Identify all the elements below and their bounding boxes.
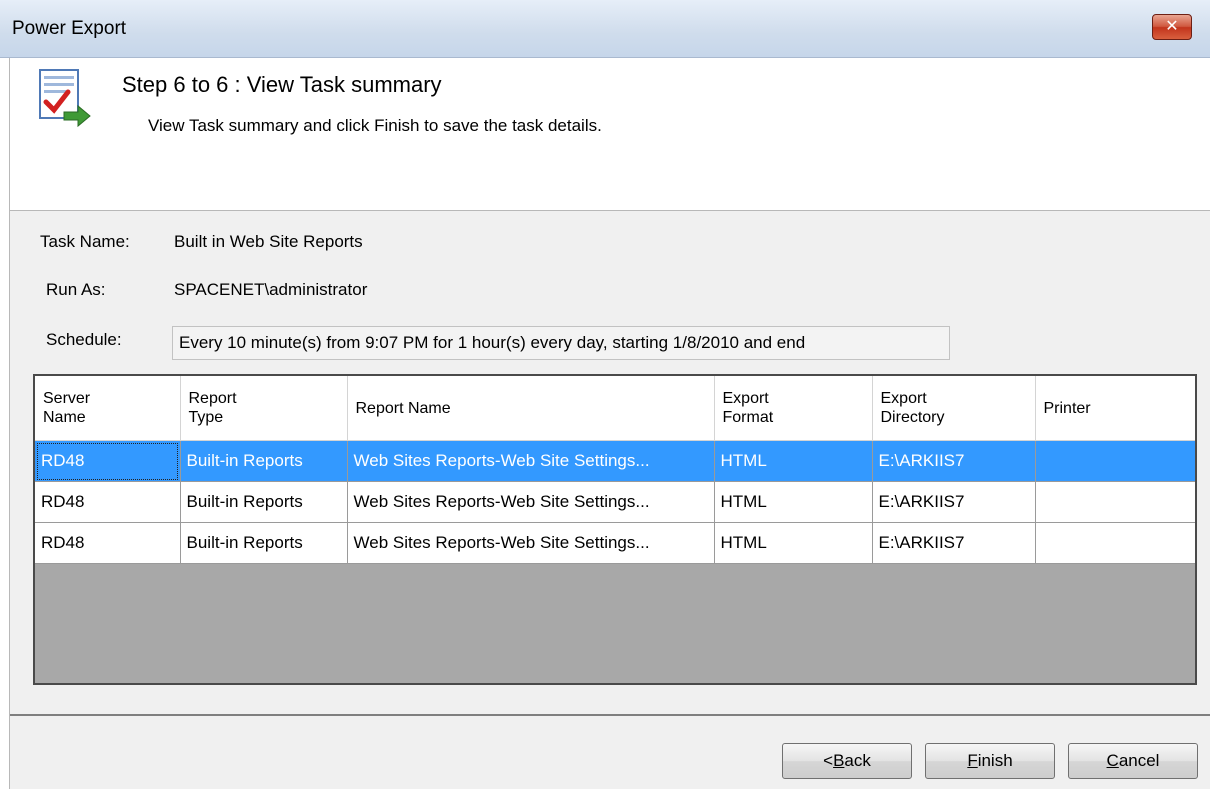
title-bar: Power Export ✕ <box>0 0 1210 58</box>
column-header-printer[interactable]: Printer <box>1035 376 1195 441</box>
close-icon: ✕ <box>1165 18 1179 35</box>
cell-export-directory: E:\ARKIIS7 <box>872 522 1036 564</box>
schedule-label: Schedule: <box>46 330 122 349</box>
finish-button-mnemonic: F <box>967 751 978 770</box>
cell-server-name: RD48 <box>35 481 181 523</box>
step-title: Step 6 to 6 : View Task summary <box>122 72 442 97</box>
cell-export-format: HTML <box>714 440 873 482</box>
finish-button-label: inish <box>977 751 1013 770</box>
column-header-export-directory[interactable]: Export Directory <box>872 376 1036 441</box>
cell-printer <box>1035 522 1195 564</box>
cell-server-name: RD48 <box>35 522 181 564</box>
cell-printer <box>1035 481 1195 523</box>
schedule-field[interactable]: Every 10 minute(s) from 9:07 PM for 1 ho… <box>172 326 950 360</box>
cell-report-name: Web Sites Reports-Web Site Settings... <box>347 440 715 482</box>
cancel-button-label: ancel <box>1118 751 1160 770</box>
column-header-server-name[interactable]: Server Name <box>35 376 181 441</box>
column-header-report-type[interactable]: Report Type <box>180 376 348 441</box>
table-row[interactable]: RD48 Built-in Reports Web Sites Reports-… <box>35 522 1195 564</box>
cell-report-type: Built-in Reports <box>180 440 348 482</box>
run-as-label: Run As: <box>46 280 106 299</box>
finish-button[interactable]: Finish <box>925 743 1055 779</box>
footer-separator <box>10 714 1210 716</box>
back-button-mnemonic: B <box>833 751 845 770</box>
back-button-prefix: < <box>823 751 834 770</box>
back-button[interactable]: <Back <box>782 743 912 779</box>
table-row[interactable]: RD48 Built-in Reports Web Sites Reports-… <box>35 440 1195 482</box>
task-grid[interactable]: Server Name Report Type Report Name Expo… <box>33 374 1197 685</box>
task-name-value: Built in Web Site Reports <box>174 232 363 251</box>
cell-report-name: Web Sites Reports-Web Site Settings... <box>347 522 715 564</box>
back-button-label: ack <box>844 751 871 770</box>
wizard-header: Step 6 to 6 : View Task summary View Tas… <box>10 58 1210 211</box>
cell-export-directory: E:\ARKIIS7 <box>872 440 1036 482</box>
close-button[interactable]: ✕ <box>1152 14 1192 40</box>
task-name-label: Task Name: <box>40 232 130 251</box>
step-description: View Task summary and click Finish to sa… <box>148 116 602 135</box>
cell-export-directory: E:\ARKIIS7 <box>872 481 1036 523</box>
cell-report-type: Built-in Reports <box>180 522 348 564</box>
column-header-export-format[interactable]: Export Format <box>714 376 873 441</box>
table-row[interactable]: RD48 Built-in Reports Web Sites Reports-… <box>35 481 1195 523</box>
left-frame <box>0 58 10 789</box>
run-as-value: SPACENET\administrator <box>174 280 368 299</box>
cell-report-name: Web Sites Reports-Web Site Settings... <box>347 481 715 523</box>
cell-printer <box>1035 440 1195 482</box>
cell-export-format: HTML <box>714 522 873 564</box>
cell-server-name: RD48 <box>35 440 181 482</box>
window-title: Power Export <box>12 18 127 39</box>
task-summary-icon <box>39 69 91 128</box>
cell-export-format: HTML <box>714 481 873 523</box>
grid-header-row: Server Name Report Type Report Name Expo… <box>35 376 1195 441</box>
cancel-button-mnemonic: C <box>1106 751 1119 770</box>
cancel-button[interactable]: Cancel <box>1068 743 1198 779</box>
column-header-report-name[interactable]: Report Name <box>347 376 715 441</box>
cell-report-type: Built-in Reports <box>180 481 348 523</box>
